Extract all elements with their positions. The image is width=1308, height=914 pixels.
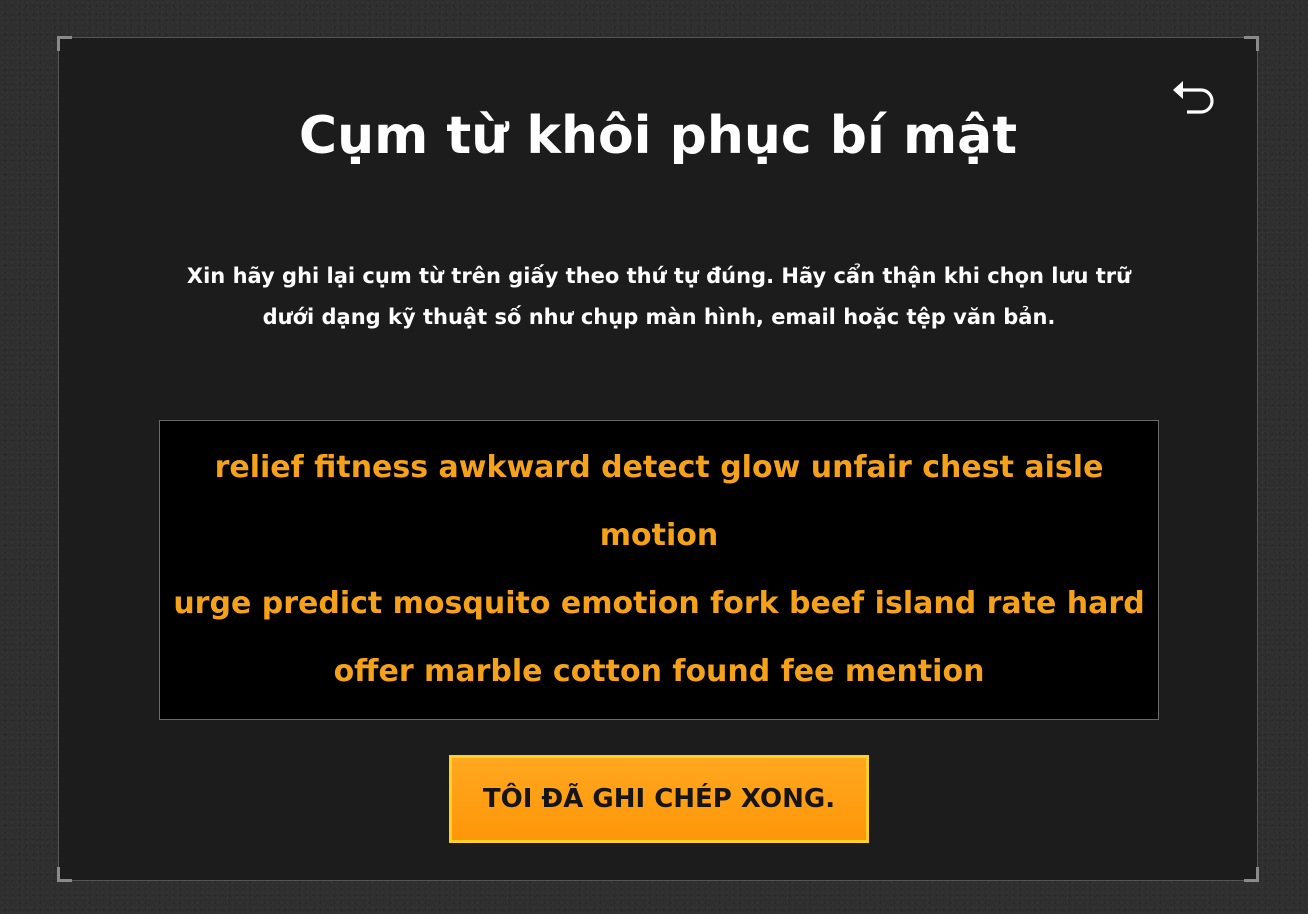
corner-bracket-bottom-right <box>1244 867 1259 882</box>
phrase-line-2: urge predict mosquito emotion fork beef … <box>173 586 1145 621</box>
instructions-text: Xin hãy ghi lại cụm từ trên giấy theo th… <box>159 256 1159 338</box>
recovery-phrase-text: relief fitness awkward detect glow unfai… <box>169 434 1149 706</box>
confirm-written-down-button[interactable]: TÔI ĐÃ GHI CHÉP XONG. <box>449 755 869 843</box>
corner-bracket-top-right <box>1244 36 1259 51</box>
phrase-line-1: relief fitness awkward detect glow unfai… <box>214 450 1104 553</box>
instructions-line-2: dưới dạng kỹ thuật số như chụp màn hình,… <box>262 305 1056 329</box>
phrase-line-3: offer marble cotton found fee mention <box>333 654 985 689</box>
recovery-phrase-panel: Cụm từ khôi phục bí mật Xin hãy ghi lại … <box>57 36 1259 882</box>
corner-bracket-top-left <box>57 36 72 51</box>
recovery-phrase-box: relief fitness awkward detect glow unfai… <box>159 420 1159 720</box>
instructions-line-1: Xin hãy ghi lại cụm từ trên giấy theo th… <box>186 264 1132 288</box>
corner-bracket-bottom-left <box>57 867 72 882</box>
page-title: Cụm từ khôi phục bí mật <box>298 106 1018 166</box>
